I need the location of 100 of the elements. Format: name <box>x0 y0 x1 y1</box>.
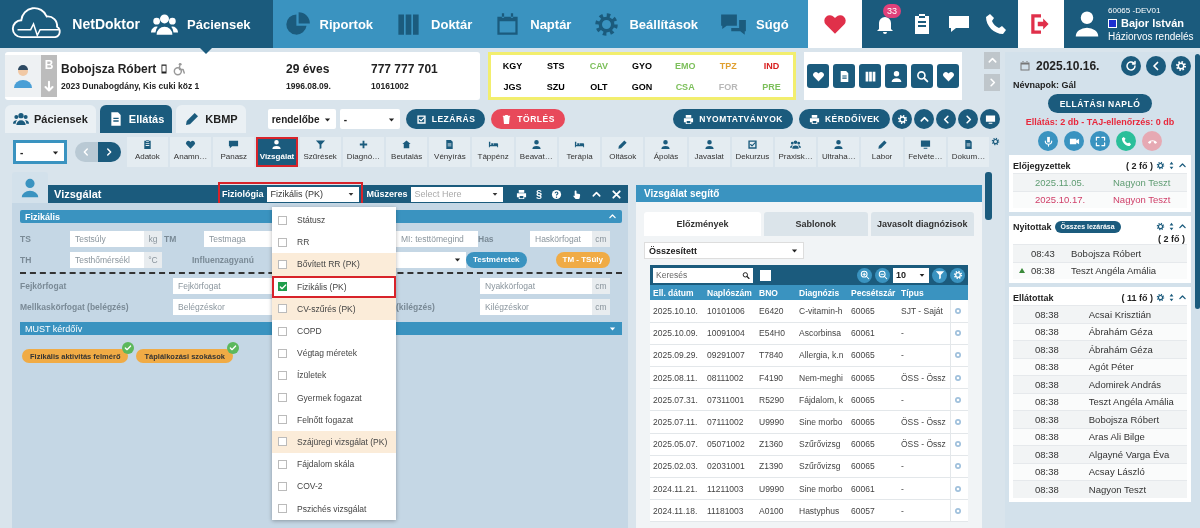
checkbox[interactable] <box>278 215 287 225</box>
settings-button[interactable] <box>1171 56 1191 76</box>
input-field[interactable]: Fejkörfogat <box>173 277 272 294</box>
menu-item[interactable]: COPD <box>272 319 396 343</box>
scrollbar[interactable] <box>985 172 992 220</box>
tool-button[interactable]: Beutalás <box>386 137 428 167</box>
camera-button[interactable] <box>1064 131 1084 151</box>
checkbox[interactable] <box>278 481 287 491</box>
collapse-button[interactable] <box>914 109 934 129</box>
filter-button[interactable] <box>932 267 947 283</box>
sort-icon[interactable] <box>1167 222 1176 231</box>
tool-button[interactable]: Terápia <box>558 137 601 167</box>
tab[interactable]: Ellátás <box>99 105 173 133</box>
checkbox[interactable] <box>278 282 287 292</box>
print-button[interactable]: NYOMTATVÁNYOK <box>673 109 793 129</box>
menu-item[interactable]: RR <box>272 231 396 254</box>
tool-button[interactable]: Diagnó… <box>342 137 385 167</box>
tool-button[interactable]: Beavat… <box>515 137 557 167</box>
tab[interactable]: Sablonok <box>764 212 868 236</box>
menu-item[interactable]: Státusz <box>272 209 396 232</box>
scrollbar[interactable] <box>1195 54 1200 309</box>
dropdown[interactable]: - <box>339 109 400 129</box>
tool-button[interactable]: Dekurzus <box>731 137 773 167</box>
tool-button[interactable]: Anamn… <box>169 137 212 167</box>
fullscreen-button[interactable] <box>1090 131 1110 151</box>
refresh-button[interactable] <box>1121 56 1141 76</box>
menu-item[interactable]: Szájüregi vizsgálat (PK) <box>272 430 396 454</box>
dropdown[interactable]: rendelőbe <box>267 109 336 129</box>
previous-button[interactable] <box>936 109 956 129</box>
tab[interactable]: KBMP <box>176 105 246 133</box>
tool-button[interactable]: Ultraha… <box>818 137 860 167</box>
print-icon[interactable] <box>515 188 527 200</box>
tool-button[interactable]: Praxisk… <box>775 137 817 167</box>
checkbox[interactable] <box>278 415 287 425</box>
tool-button[interactable]: Felvéte… <box>904 137 946 167</box>
input-field[interactable]: MI: testtömegind <box>396 230 478 247</box>
checkbox[interactable] <box>278 393 287 403</box>
input-field[interactable]: Belégzéskor <box>173 298 272 315</box>
next-button[interactable] <box>958 109 978 129</box>
menu-item[interactable]: Bővített RR (PK) <box>272 253 396 276</box>
tool-button[interactable]: Adatok <box>126 137 168 167</box>
zoom-out-button[interactable] <box>875 267 890 283</box>
tool-button[interactable]: Szűrések <box>299 137 341 167</box>
page-size-dropdown[interactable]: 10 <box>893 267 929 283</box>
menu-item[interactable]: Gyermek fogazat <box>272 386 396 409</box>
action-button[interactable]: TÖRLÉS <box>491 109 565 129</box>
tab[interactable]: Javasolt diagnózisok <box>870 212 974 236</box>
menu-item[interactable]: Fájdalom skála <box>272 453 396 476</box>
input-field[interactable]: Testhőmérsékl <box>70 251 144 268</box>
chevron-up-icon[interactable] <box>1178 222 1187 231</box>
tool-button[interactable]: Vényírás <box>429 137 471 167</box>
tool-button[interactable]: Dokum… <box>947 137 990 167</box>
checkbox[interactable] <box>278 504 287 514</box>
menu-item[interactable]: CV-szűrés (PK) <box>272 297 396 320</box>
input-field[interactable]: Testsúly <box>70 230 144 247</box>
checkbox[interactable] <box>760 269 771 281</box>
search-button[interactable] <box>911 64 933 88</box>
log-button[interactable]: ELLÁTÁSI NAPLÓ <box>1047 94 1153 113</box>
microphone-button[interactable] <box>1038 131 1058 151</box>
checkbox[interactable] <box>278 326 287 336</box>
close-icon[interactable] <box>611 188 622 200</box>
input-field[interactable]: Kilégzéskor <box>480 298 592 315</box>
binders-button[interactable] <box>859 64 881 88</box>
dropdown[interactable]: - <box>13 140 67 164</box>
tool-button[interactable]: Vizsgálat <box>256 137 298 167</box>
search-icon[interactable] <box>739 267 753 283</box>
dropdown[interactable]: Összesített <box>644 242 804 259</box>
heart-button[interactable] <box>807 64 829 88</box>
checkbox[interactable] <box>278 259 287 269</box>
screen-button[interactable] <box>980 109 1000 129</box>
chevron-up-icon[interactable] <box>1178 161 1187 170</box>
settings-button[interactable] <box>892 109 912 129</box>
checkbox[interactable] <box>278 370 287 380</box>
tool-button[interactable]: Ápolás <box>645 137 687 167</box>
sort-icon[interactable] <box>1167 161 1176 170</box>
section-sign[interactable]: § <box>535 188 542 200</box>
input-field[interactable]: Nyakkörfogat <box>480 277 592 294</box>
heart-button[interactable] <box>937 64 959 88</box>
document-button[interactable] <box>833 64 855 88</box>
dropdown[interactable]: Fizikális (PK) <box>266 186 359 202</box>
person-button[interactable] <box>885 64 907 88</box>
hand-icon[interactable] <box>571 188 582 200</box>
zoom-in-button[interactable] <box>857 267 872 283</box>
checkbox[interactable] <box>278 348 287 358</box>
sort-icon[interactable] <box>1167 293 1176 302</box>
help-icon[interactable] <box>551 188 562 200</box>
tool-button[interactable]: Panasz <box>213 137 255 167</box>
checkbox[interactable] <box>278 459 287 469</box>
menu-item[interactable]: Fizikális (PK) <box>272 275 396 298</box>
checkbox[interactable] <box>278 237 287 247</box>
checkbox[interactable] <box>278 437 287 447</box>
settings-button[interactable] <box>950 267 965 283</box>
action-button[interactable]: LEZÁRÁS <box>405 109 486 129</box>
tab[interactable]: Előzmények <box>644 212 762 236</box>
tab[interactable]: Páciensek <box>5 105 96 133</box>
next-button[interactable] <box>97 142 121 162</box>
tool-button[interactable]: Labor <box>861 137 903 167</box>
input-field[interactable]: Haskörfogat <box>530 230 592 247</box>
input-field[interactable]: Testmaga <box>204 230 272 247</box>
chevron-down-icon[interactable] <box>608 324 617 333</box>
